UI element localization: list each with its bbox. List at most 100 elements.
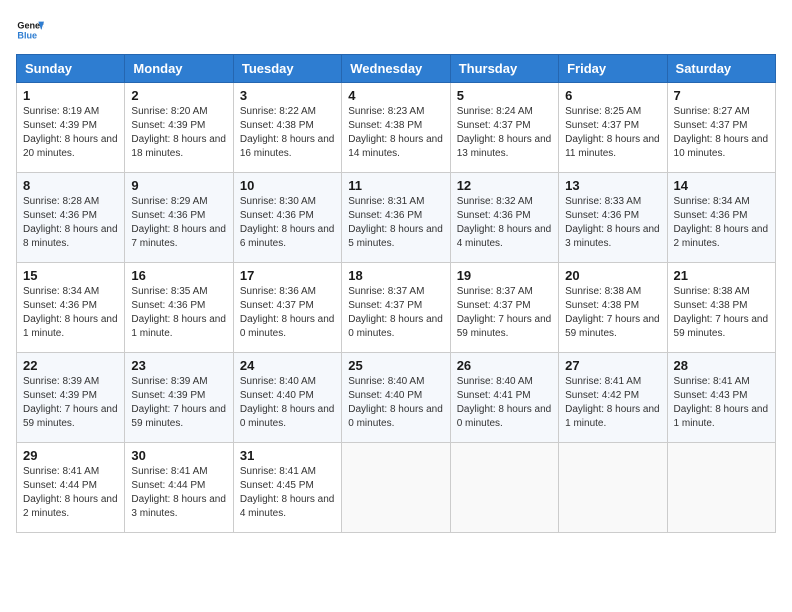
day-info: Sunrise: 8:28 AMSunset: 4:36 PMDaylight:…: [23, 195, 118, 251]
day-info: Sunrise: 8:40 AMSunset: 4:41 PMDaylight:…: [457, 375, 552, 431]
day-info: Sunrise: 8:19 AMSunset: 4:39 PMDaylight:…: [23, 105, 118, 161]
calendar-cell: 28 Sunrise: 8:41 AMSunset: 4:43 PMDaylig…: [667, 353, 775, 443]
day-info: Sunrise: 8:40 AMSunset: 4:40 PMDaylight:…: [348, 375, 443, 431]
day-number: 25: [348, 358, 443, 373]
calendar-cell: 12 Sunrise: 8:32 AMSunset: 4:36 PMDaylig…: [450, 173, 558, 263]
day-number: 27: [565, 358, 660, 373]
day-info: Sunrise: 8:38 AMSunset: 4:38 PMDaylight:…: [565, 285, 660, 341]
calendar-cell: 22 Sunrise: 8:39 AMSunset: 4:39 PMDaylig…: [17, 353, 125, 443]
calendar-cell: 20 Sunrise: 8:38 AMSunset: 4:38 PMDaylig…: [559, 263, 667, 353]
day-number: 24: [240, 358, 335, 373]
calendar-cell: 7 Sunrise: 8:27 AMSunset: 4:37 PMDayligh…: [667, 83, 775, 173]
weekday-header: Tuesday: [233, 55, 341, 83]
weekday-header: Thursday: [450, 55, 558, 83]
day-number: 9: [131, 178, 226, 193]
day-number: 23: [131, 358, 226, 373]
day-number: 20: [565, 268, 660, 283]
weekday-header: Sunday: [17, 55, 125, 83]
day-info: Sunrise: 8:31 AMSunset: 4:36 PMDaylight:…: [348, 195, 443, 251]
day-number: 3: [240, 88, 335, 103]
day-info: Sunrise: 8:41 AMSunset: 4:45 PMDaylight:…: [240, 465, 335, 521]
day-info: Sunrise: 8:29 AMSunset: 4:36 PMDaylight:…: [131, 195, 226, 251]
day-number: 22: [23, 358, 118, 373]
day-info: Sunrise: 8:22 AMSunset: 4:38 PMDaylight:…: [240, 105, 335, 161]
calendar-cell: 4 Sunrise: 8:23 AMSunset: 4:38 PMDayligh…: [342, 83, 450, 173]
calendar-cell: 31 Sunrise: 8:41 AMSunset: 4:45 PMDaylig…: [233, 443, 341, 533]
day-number: 28: [674, 358, 769, 373]
day-number: 4: [348, 88, 443, 103]
day-number: 29: [23, 448, 118, 463]
calendar-cell: 23 Sunrise: 8:39 AMSunset: 4:39 PMDaylig…: [125, 353, 233, 443]
calendar-cell: 18 Sunrise: 8:37 AMSunset: 4:37 PMDaylig…: [342, 263, 450, 353]
day-number: 30: [131, 448, 226, 463]
logo-icon: General Blue: [16, 16, 44, 44]
page-header: General Blue: [16, 16, 776, 44]
calendar-cell: [450, 443, 558, 533]
calendar-cell: 27 Sunrise: 8:41 AMSunset: 4:42 PMDaylig…: [559, 353, 667, 443]
day-info: Sunrise: 8:40 AMSunset: 4:40 PMDaylight:…: [240, 375, 335, 431]
calendar-week-row: 22 Sunrise: 8:39 AMSunset: 4:39 PMDaylig…: [17, 353, 776, 443]
day-info: Sunrise: 8:39 AMSunset: 4:39 PMDaylight:…: [131, 375, 226, 431]
calendar-cell: 30 Sunrise: 8:41 AMSunset: 4:44 PMDaylig…: [125, 443, 233, 533]
day-info: Sunrise: 8:41 AMSunset: 4:42 PMDaylight:…: [565, 375, 660, 431]
calendar-cell: 19 Sunrise: 8:37 AMSunset: 4:37 PMDaylig…: [450, 263, 558, 353]
weekday-header: Friday: [559, 55, 667, 83]
calendar-cell: 8 Sunrise: 8:28 AMSunset: 4:36 PMDayligh…: [17, 173, 125, 263]
day-number: 2: [131, 88, 226, 103]
svg-text:Blue: Blue: [17, 30, 37, 40]
calendar-cell: 6 Sunrise: 8:25 AMSunset: 4:37 PMDayligh…: [559, 83, 667, 173]
calendar-week-row: 15 Sunrise: 8:34 AMSunset: 4:36 PMDaylig…: [17, 263, 776, 353]
day-number: 6: [565, 88, 660, 103]
day-number: 17: [240, 268, 335, 283]
calendar-week-row: 8 Sunrise: 8:28 AMSunset: 4:36 PMDayligh…: [17, 173, 776, 263]
calendar-cell: 15 Sunrise: 8:34 AMSunset: 4:36 PMDaylig…: [17, 263, 125, 353]
calendar-cell: [342, 443, 450, 533]
calendar-cell: 9 Sunrise: 8:29 AMSunset: 4:36 PMDayligh…: [125, 173, 233, 263]
calendar-cell: 25 Sunrise: 8:40 AMSunset: 4:40 PMDaylig…: [342, 353, 450, 443]
day-number: 21: [674, 268, 769, 283]
day-number: 31: [240, 448, 335, 463]
calendar-cell: 1 Sunrise: 8:19 AMSunset: 4:39 PMDayligh…: [17, 83, 125, 173]
day-number: 1: [23, 88, 118, 103]
day-number: 5: [457, 88, 552, 103]
calendar-week-row: 1 Sunrise: 8:19 AMSunset: 4:39 PMDayligh…: [17, 83, 776, 173]
day-number: 18: [348, 268, 443, 283]
day-number: 15: [23, 268, 118, 283]
calendar-cell: 21 Sunrise: 8:38 AMSunset: 4:38 PMDaylig…: [667, 263, 775, 353]
day-info: Sunrise: 8:27 AMSunset: 4:37 PMDaylight:…: [674, 105, 769, 161]
day-info: Sunrise: 8:41 AMSunset: 4:44 PMDaylight:…: [23, 465, 118, 521]
calendar-week-row: 29 Sunrise: 8:41 AMSunset: 4:44 PMDaylig…: [17, 443, 776, 533]
day-info: Sunrise: 8:41 AMSunset: 4:44 PMDaylight:…: [131, 465, 226, 521]
day-info: Sunrise: 8:34 AMSunset: 4:36 PMDaylight:…: [23, 285, 118, 341]
calendar-cell: 29 Sunrise: 8:41 AMSunset: 4:44 PMDaylig…: [17, 443, 125, 533]
day-info: Sunrise: 8:32 AMSunset: 4:36 PMDaylight:…: [457, 195, 552, 251]
day-info: Sunrise: 8:36 AMSunset: 4:37 PMDaylight:…: [240, 285, 335, 341]
day-info: Sunrise: 8:23 AMSunset: 4:38 PMDaylight:…: [348, 105, 443, 161]
day-number: 12: [457, 178, 552, 193]
day-number: 8: [23, 178, 118, 193]
day-info: Sunrise: 8:33 AMSunset: 4:36 PMDaylight:…: [565, 195, 660, 251]
day-info: Sunrise: 8:25 AMSunset: 4:37 PMDaylight:…: [565, 105, 660, 161]
day-info: Sunrise: 8:34 AMSunset: 4:36 PMDaylight:…: [674, 195, 769, 251]
calendar-cell: 10 Sunrise: 8:30 AMSunset: 4:36 PMDaylig…: [233, 173, 341, 263]
day-info: Sunrise: 8:39 AMSunset: 4:39 PMDaylight:…: [23, 375, 118, 431]
weekday-header: Saturday: [667, 55, 775, 83]
day-info: Sunrise: 8:38 AMSunset: 4:38 PMDaylight:…: [674, 285, 769, 341]
day-info: Sunrise: 8:37 AMSunset: 4:37 PMDaylight:…: [457, 285, 552, 341]
day-info: Sunrise: 8:30 AMSunset: 4:36 PMDaylight:…: [240, 195, 335, 251]
calendar-table: SundayMondayTuesdayWednesdayThursdayFrid…: [16, 54, 776, 533]
calendar-cell: 24 Sunrise: 8:40 AMSunset: 4:40 PMDaylig…: [233, 353, 341, 443]
weekday-header: Wednesday: [342, 55, 450, 83]
day-info: Sunrise: 8:37 AMSunset: 4:37 PMDaylight:…: [348, 285, 443, 341]
weekday-header: Monday: [125, 55, 233, 83]
calendar-cell: 11 Sunrise: 8:31 AMSunset: 4:36 PMDaylig…: [342, 173, 450, 263]
logo: General Blue: [16, 16, 48, 44]
day-info: Sunrise: 8:41 AMSunset: 4:43 PMDaylight:…: [674, 375, 769, 431]
day-number: 16: [131, 268, 226, 283]
day-number: 10: [240, 178, 335, 193]
calendar-cell: 3 Sunrise: 8:22 AMSunset: 4:38 PMDayligh…: [233, 83, 341, 173]
day-info: Sunrise: 8:35 AMSunset: 4:36 PMDaylight:…: [131, 285, 226, 341]
day-number: 26: [457, 358, 552, 373]
calendar-cell: 14 Sunrise: 8:34 AMSunset: 4:36 PMDaylig…: [667, 173, 775, 263]
calendar-header-row: SundayMondayTuesdayWednesdayThursdayFrid…: [17, 55, 776, 83]
